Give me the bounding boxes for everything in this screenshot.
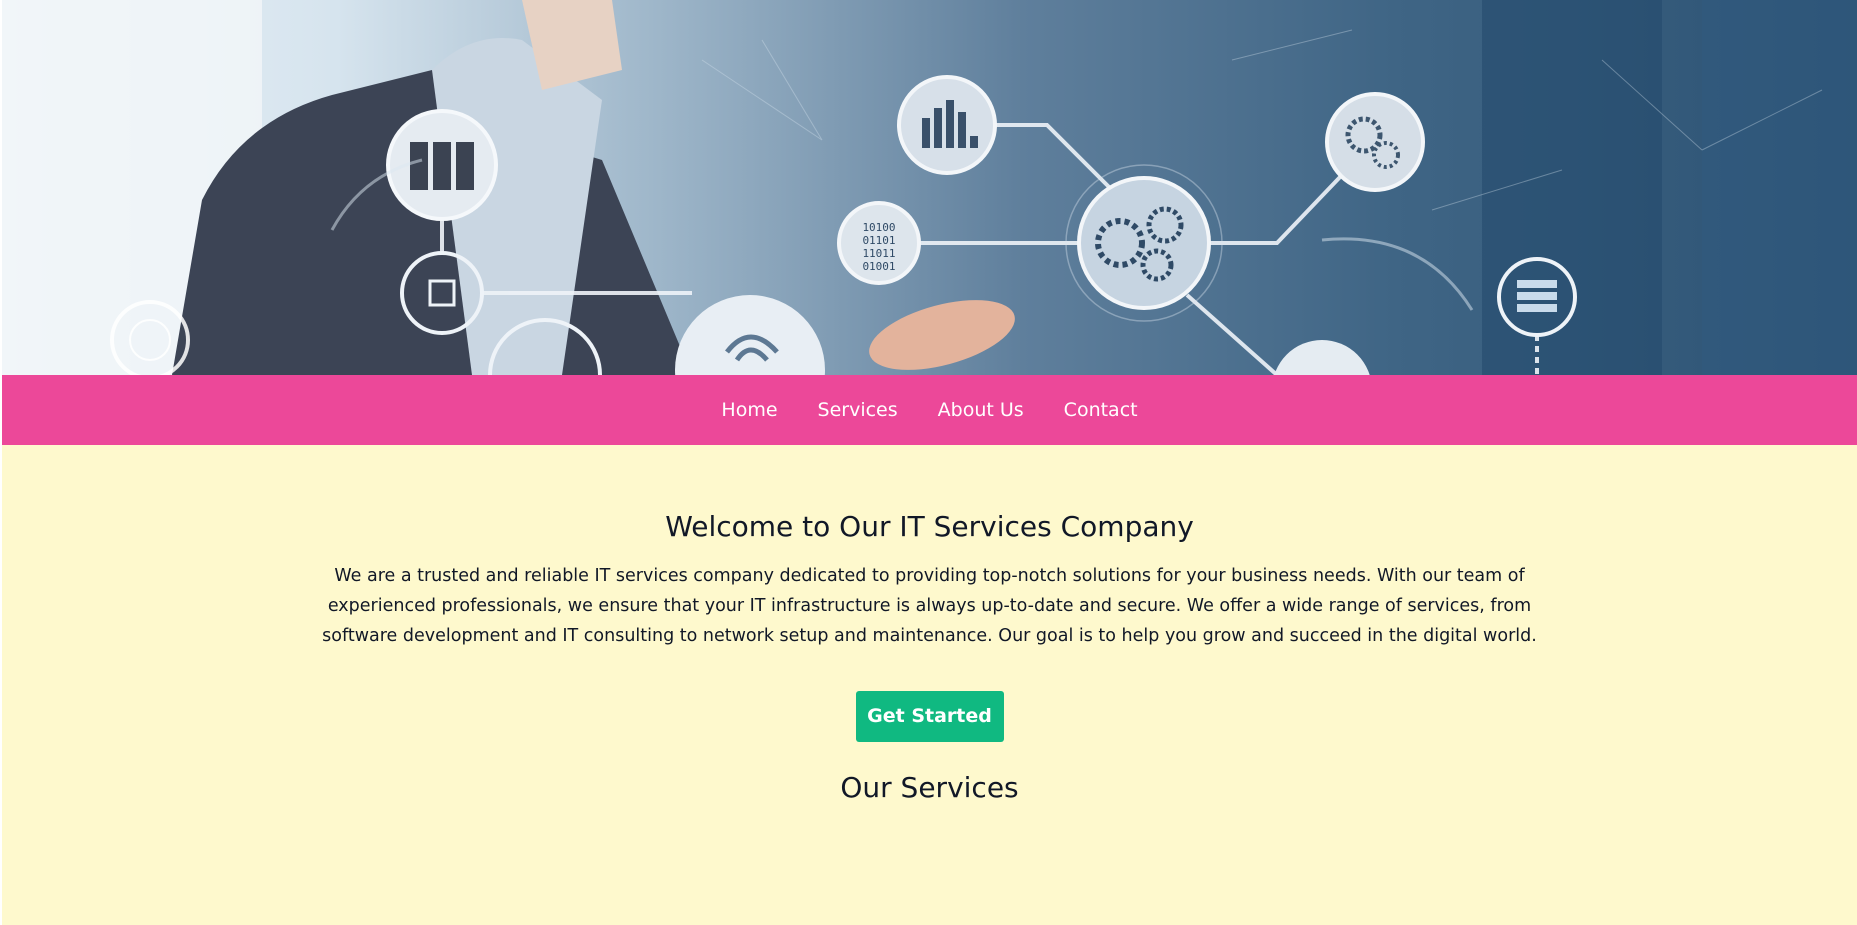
intro-paragraph: We are a trusted and reliable IT service… [322,566,1537,646]
page-title: Welcome to Our IT Services Company [665,510,1194,543]
nav-item-contact[interactable]: Contact [1064,399,1138,421]
page: 10100 01101 11011 01001 Home Services Ab… [2,0,1857,925]
nav-item-home[interactable]: Home [721,399,777,421]
binary-line-4: 01001 [862,260,895,273]
hero-banner-image: 10100 01101 11011 01001 [2,0,1857,375]
binary-line-1: 10100 [862,221,895,234]
main-nav: Home Services About Us Contact [2,375,1857,445]
services-heading: Our Services [840,771,1019,804]
nav-item-about-us[interactable]: About Us [938,399,1024,421]
binary-line-2: 01101 [862,234,895,247]
get-started-button[interactable]: Get Started [855,691,1004,742]
binary-line-3: 11011 [862,247,895,260]
it-network-illustration: 10100 01101 11011 01001 [2,0,1857,375]
main-content: Welcome to Our IT Services Company We ar… [2,445,1857,808]
nav-item-services[interactable]: Services [818,399,898,421]
